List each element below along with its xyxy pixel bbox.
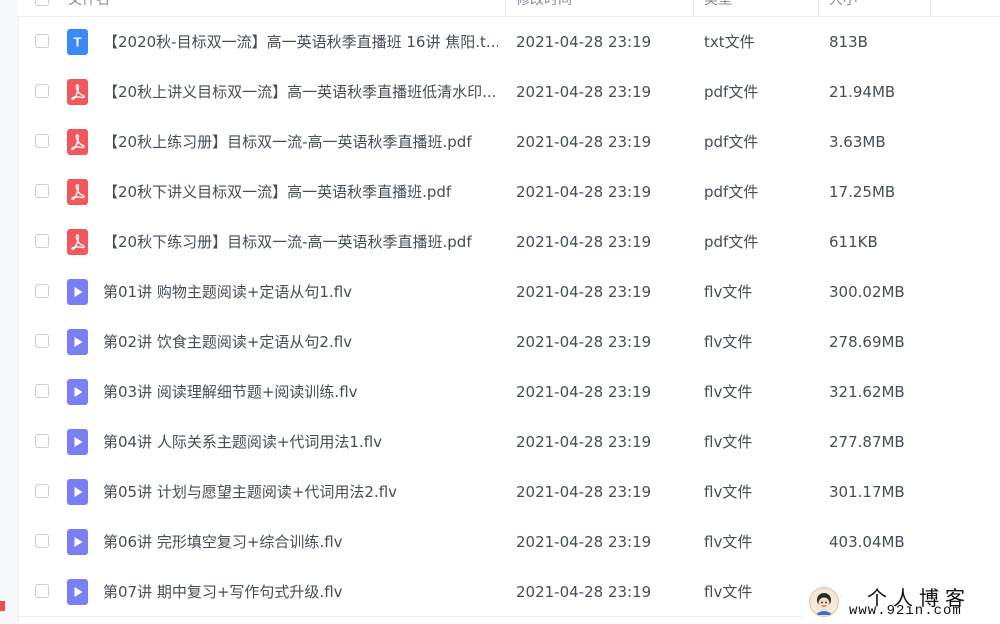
file-list: T 【2020秋-目标双一流】高一英语秋季直播班 16讲 焦阳.t... 2021-… bbox=[18, 17, 1000, 617]
row-checkbox[interactable] bbox=[35, 284, 49, 298]
file-type: flv文件 bbox=[704, 583, 753, 601]
file-modified-time: 2021-04-28 23:19 bbox=[516, 233, 652, 251]
video-file-icon bbox=[67, 579, 88, 605]
file-name[interactable]: 第06讲 完形填空复习+综合训练.flv bbox=[103, 517, 498, 567]
file-name[interactable]: 【2020秋-目标双一流】高一英语秋季直播班 16讲 焦阳.t... bbox=[103, 17, 498, 67]
file-name[interactable]: 【20秋下讲义目标双一流】高一英语秋季直播班.pdf bbox=[103, 167, 498, 217]
row-checkbox[interactable] bbox=[35, 34, 49, 48]
file-modified-time: 2021-04-28 23:19 bbox=[516, 533, 652, 551]
file-row[interactable]: 第05讲 计划与愿望主题阅读+代词用法2.flv 2021-04-28 23:19… bbox=[18, 467, 1000, 517]
file-type: flv文件 bbox=[704, 383, 753, 401]
file-size: 321.62MB bbox=[829, 383, 905, 401]
row-checkbox[interactable] bbox=[35, 334, 49, 348]
file-size: 813B bbox=[829, 33, 868, 51]
video-file-icon bbox=[67, 379, 88, 405]
pdf-file-icon bbox=[67, 79, 88, 105]
column-divider[interactable] bbox=[930, 0, 931, 16]
file-row[interactable]: 【20秋上练习册】目标双一流-高一英语秋季直播班.pdf 2021-04-28 2… bbox=[18, 117, 1000, 167]
pdf-file-icon bbox=[67, 229, 88, 255]
file-list-header: 文件名 修改时间 类型 大小 bbox=[18, 0, 1000, 17]
row-checkbox[interactable] bbox=[35, 534, 49, 548]
file-row[interactable]: 【20秋下练习册】目标双一流-高一英语秋季直播班.pdf 2021-04-28 2… bbox=[18, 217, 1000, 267]
row-checkbox[interactable] bbox=[35, 434, 49, 448]
file-type: pdf文件 bbox=[704, 183, 759, 201]
file-type: flv文件 bbox=[704, 483, 753, 501]
column-header-name[interactable]: 文件名 bbox=[68, 0, 110, 16]
column-header-modified[interactable]: 修改时间 bbox=[516, 0, 572, 16]
file-modified-time: 2021-04-28 23:19 bbox=[516, 33, 652, 51]
red-indicator bbox=[0, 601, 5, 611]
file-name[interactable]: 第02讲 饮食主题阅读+定语从句2.flv bbox=[103, 317, 498, 367]
file-type: pdf文件 bbox=[704, 233, 759, 251]
file-modified-time: 2021-04-28 23:19 bbox=[516, 383, 652, 401]
file-modified-time: 2021-04-28 23:19 bbox=[516, 183, 652, 201]
file-type: flv文件 bbox=[704, 283, 753, 301]
file-modified-time: 2021-04-28 23:19 bbox=[516, 583, 652, 601]
file-name[interactable]: 第01讲 购物主题阅读+定语从句1.flv bbox=[103, 267, 498, 317]
file-size: 3.63MB bbox=[829, 133, 886, 151]
file-modified-time: 2021-04-28 23:19 bbox=[516, 283, 652, 301]
video-file-icon bbox=[67, 479, 88, 505]
file-name[interactable]: 【20秋上讲义目标双一流】高一英语秋季直播班低清水印... bbox=[103, 67, 498, 117]
file-row[interactable]: 【20秋下讲义目标双一流】高一英语秋季直播班.pdf 2021-04-28 23:… bbox=[18, 167, 1000, 217]
file-size: 278.69MB bbox=[829, 333, 905, 351]
file-modified-time: 2021-04-28 23:19 bbox=[516, 433, 652, 451]
row-checkbox[interactable] bbox=[35, 384, 49, 398]
video-file-icon bbox=[67, 529, 88, 555]
video-file-icon bbox=[67, 429, 88, 455]
file-modified-time: 2021-04-28 23:19 bbox=[516, 333, 652, 351]
file-name[interactable]: 第05讲 计划与愿望主题阅读+代词用法2.flv bbox=[103, 467, 498, 517]
file-row[interactable]: T 【2020秋-目标双一流】高一英语秋季直播班 16讲 焦阳.t... 2021-… bbox=[18, 17, 1000, 67]
file-name[interactable]: 【20秋上练习册】目标双一流-高一英语秋季直播班.pdf bbox=[103, 117, 498, 167]
watermark: 个人博客 www.92in.com bbox=[803, 582, 999, 622]
pdf-file-icon bbox=[67, 179, 88, 205]
file-size: 277.87MB bbox=[829, 433, 905, 451]
file-row[interactable]: 第01讲 购物主题阅读+定语从句1.flv 2021-04-28 23:19 flv… bbox=[18, 267, 1000, 317]
row-checkbox[interactable] bbox=[35, 134, 49, 148]
file-modified-time: 2021-04-28 23:19 bbox=[516, 483, 652, 501]
file-size: 403.04MB bbox=[829, 533, 905, 551]
file-row[interactable]: 【20秋上讲义目标双一流】高一英语秋季直播班低清水印... 2021-04-28 … bbox=[18, 67, 1000, 117]
file-type: pdf文件 bbox=[704, 83, 759, 101]
file-size: 301.17MB bbox=[829, 483, 905, 501]
txt-file-icon: T bbox=[67, 29, 88, 55]
file-type: txt文件 bbox=[704, 33, 755, 51]
file-size: 21.94MB bbox=[829, 83, 896, 101]
file-size: 17.25MB bbox=[829, 183, 896, 201]
column-divider[interactable] bbox=[505, 0, 506, 16]
file-row[interactable]: 第04讲 人际关系主题阅读+代词用法1.flv 2021-04-28 23:19 f… bbox=[18, 417, 1000, 467]
file-row[interactable]: 第06讲 完形填空复习+综合训练.flv 2021-04-28 23:19 flv文… bbox=[18, 517, 1000, 567]
video-file-icon bbox=[67, 279, 88, 305]
left-panel-edge bbox=[0, 0, 19, 624]
row-checkbox[interactable] bbox=[35, 184, 49, 198]
file-modified-time: 2021-04-28 23:19 bbox=[516, 83, 652, 101]
file-type: flv文件 bbox=[704, 533, 753, 551]
watermark-url: www.92in.com bbox=[849, 603, 962, 619]
video-file-icon bbox=[67, 329, 88, 355]
column-divider[interactable] bbox=[818, 0, 819, 16]
file-row[interactable]: 第02讲 饮食主题阅读+定语从句2.flv 2021-04-28 23:19 flv… bbox=[18, 317, 1000, 367]
file-type: flv文件 bbox=[704, 433, 753, 451]
column-header-size[interactable]: 大小 bbox=[829, 0, 857, 16]
row-checkbox[interactable] bbox=[35, 234, 49, 248]
file-type: pdf文件 bbox=[704, 133, 759, 151]
row-checkbox[interactable] bbox=[35, 584, 49, 598]
file-size: 300.02MB bbox=[829, 283, 905, 301]
row-checkbox[interactable] bbox=[35, 84, 49, 98]
file-name[interactable]: 第07讲 期中复习+写作句式升级.flv bbox=[103, 567, 498, 617]
file-size: 611KB bbox=[829, 233, 878, 251]
file-name[interactable]: 第03讲 阅读理解细节题+阅读训练.flv bbox=[103, 367, 498, 417]
file-modified-time: 2021-04-28 23:19 bbox=[516, 133, 652, 151]
select-all-checkbox[interactable] bbox=[35, 0, 49, 6]
row-checkbox[interactable] bbox=[35, 484, 49, 498]
file-name[interactable]: 【20秋下练习册】目标双一流-高一英语秋季直播班.pdf bbox=[103, 217, 498, 267]
svg-text:T: T bbox=[74, 35, 82, 50]
watermark-logo bbox=[809, 587, 839, 617]
pdf-file-icon bbox=[67, 129, 88, 155]
column-divider[interactable] bbox=[693, 0, 694, 16]
file-name[interactable]: 第04讲 人际关系主题阅读+代词用法1.flv bbox=[103, 417, 498, 467]
file-row[interactable]: 第03讲 阅读理解细节题+阅读训练.flv 2021-04-28 23:19 flv… bbox=[18, 367, 1000, 417]
column-header-type[interactable]: 类型 bbox=[704, 0, 732, 16]
file-type: flv文件 bbox=[704, 333, 753, 351]
